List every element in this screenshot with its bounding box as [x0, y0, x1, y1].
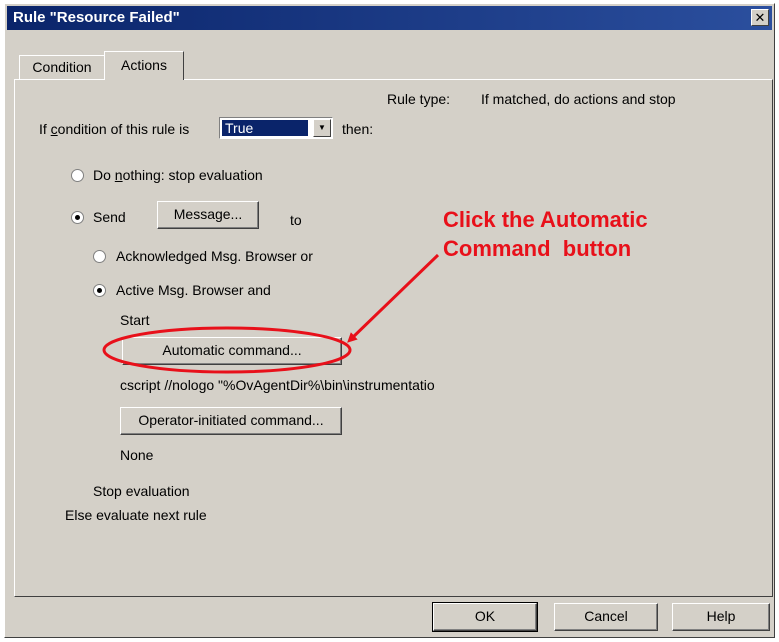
tab-actions-label: Actions [121, 57, 167, 73]
annotation-overlay [102, 253, 440, 374]
tab-actions[interactable]: Actions [104, 51, 184, 80]
annotation-arrow [347, 253, 440, 343]
highlight-ellipse [102, 326, 352, 374]
